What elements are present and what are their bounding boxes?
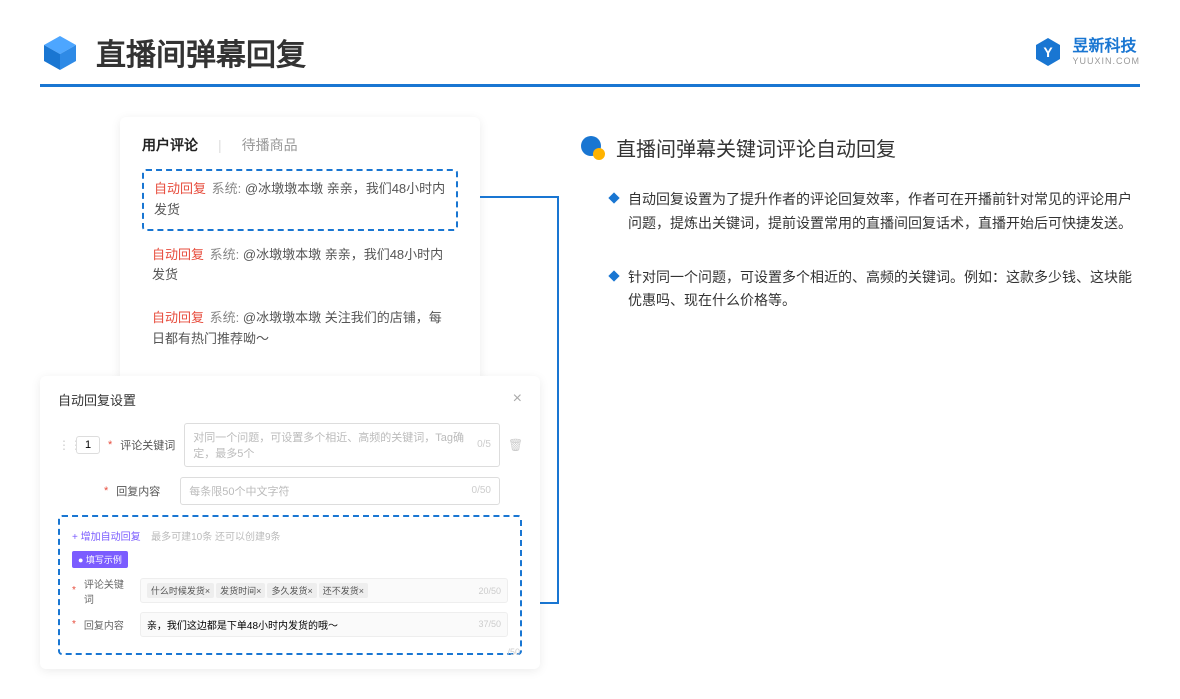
required-star: * [104, 485, 108, 497]
tab-pending-goods[interactable]: 待播商品 [242, 135, 298, 155]
right-column: 直播间弹幕关键词评论自动回复 自动回复设置为了提升作者的评论回复效率，作者可在开… [580, 117, 1140, 669]
required-star: * [108, 439, 112, 451]
settings-title: 自动回复设置 [58, 390, 136, 409]
brand-name: 昱新科技 [1072, 37, 1140, 56]
ex-content-input[interactable]: 亲，我们这边都是下单48小时内发货的哦～ 37/50 [140, 612, 508, 637]
add-auto-reply-link[interactable]: + 增加自动回复 [72, 532, 141, 543]
system-tag: 系统: [210, 247, 240, 262]
auto-reply-tag: 自动回复 [152, 310, 204, 325]
content-input[interactable]: 每条限50个中文字符 0/50 [180, 477, 500, 505]
ex-tag[interactable]: 还不发货× [319, 583, 368, 598]
settings-header: 自动回复设置 × [58, 390, 522, 409]
left-column: 用户评论 | 待播商品 自动回复 系统: @冰墩墩本墩 亲亲，我们48小时内发货… [40, 117, 540, 669]
bullet-item: 针对同一个问题，可设置多个相近的、高频的关键词。例如：这款多少钱、这块能优惠吗、… [580, 266, 1140, 314]
ex-keyword-input[interactable]: 什么时候发货× 发货时间× 多久发货× 还不发货× 20/50 [140, 578, 508, 603]
tab-user-comments[interactable]: 用户评论 [142, 135, 198, 155]
chat-bubble-icon [580, 135, 606, 161]
auto-reply-tag: 自动回复 [154, 181, 206, 196]
tab-separator: | [218, 137, 222, 153]
tabs-row: 用户评论 | 待播商品 [142, 135, 458, 155]
system-tag: 系统: [212, 181, 242, 196]
page-title: 直播间弹幕回复 [96, 30, 306, 74]
content-label: 回复内容 [116, 483, 172, 499]
bullet-text: 针对同一个问题，可设置多个相近的、高频的关键词。例如：这款多少钱、这块能优惠吗、… [628, 266, 1140, 314]
add-hint: 最多可建10条 还可以创建9条 [151, 532, 280, 543]
comment-row: 自动回复 系统: @冰墩墩本墩 关注我们的店铺，每日都有热门推荐呦～ [142, 300, 458, 358]
ex-kw-count: 20/50 [478, 586, 501, 596]
outer-count: /50 [507, 647, 520, 657]
keyword-label: 评论关键词 [120, 437, 176, 453]
content-placeholder: 每条限50个中文字符 [189, 483, 289, 499]
diamond-icon [608, 270, 619, 281]
content-count: 0/50 [472, 485, 491, 496]
required-star: * [72, 619, 76, 630]
system-tag: 系统: [210, 310, 240, 325]
keyword-count: 0/5 [477, 439, 491, 450]
ex-tag[interactable]: 什么时候发货× [147, 583, 214, 598]
add-row: + 增加自动回复 最多可建10条 还可以创建9条 [72, 527, 508, 545]
comment-row: 自动回复 系统: @冰墩墩本墩 亲亲，我们48小时内发货 [142, 237, 458, 295]
keyword-placeholder: 对同一个问题，可设置多个相近、高频的关键词，Tag确定，最多5个 [193, 429, 477, 461]
example-keyword-row: * 评论关键词 什么时候发货× 发货时间× 多久发货× 还不发货× 20/50 [72, 576, 508, 606]
brand-text: 昱新科技 YUUXIN.COM [1072, 37, 1140, 67]
bullet-text: 自动回复设置为了提升作者的评论回复效率，作者可在开播前针对常见的评论用户问题，提… [628, 188, 1140, 236]
ex-tag[interactable]: 发货时间× [216, 583, 265, 598]
svg-text:Y: Y [1044, 44, 1054, 60]
section-head: 直播间弹幕关键词评论自动回复 [580, 133, 1140, 162]
row-number: 1 [76, 436, 100, 454]
ex-content-text: 亲，我们这边都是下单48小时内发货的哦～ [147, 617, 338, 632]
comment-row-highlighted: 自动回复 系统: @冰墩墩本墩 亲亲，我们48小时内发货 [142, 169, 458, 231]
example-area: + 增加自动回复 最多可建10条 还可以创建9条 ● 填写示例 * 评论关键词 … [58, 515, 522, 655]
ex-keyword-label: 评论关键词 [84, 576, 132, 606]
comments-card: 用户评论 | 待播商品 自动回复 系统: @冰墩墩本墩 亲亲，我们48小时内发货… [120, 117, 480, 382]
keyword-input[interactable]: 对同一个问题，可设置多个相近、高频的关键词，Tag确定，最多5个 0/5 [184, 423, 500, 467]
header-left: 直播间弹幕回复 [40, 30, 306, 74]
example-content-row: * 回复内容 亲，我们这边都是下单48小时内发货的哦～ 37/50 [72, 612, 508, 637]
trash-icon[interactable]: 🗑 [508, 438, 522, 452]
close-icon[interactable]: × [513, 390, 522, 408]
section-title: 直播间弹幕关键词评论自动回复 [616, 133, 896, 162]
brand-logo-block: Y 昱新科技 YUUXIN.COM [1032, 36, 1140, 68]
example-badge: ● 填写示例 [72, 551, 128, 568]
settings-card: 自动回复设置 × ⋮⋮ 1 * 评论关键词 对同一个问题，可设置多个相近、高频的… [40, 376, 540, 669]
form-row-keyword: ⋮⋮ 1 * 评论关键词 对同一个问题，可设置多个相近、高频的关键词，Tag确定… [58, 423, 522, 467]
diamond-icon [608, 192, 619, 203]
bullet-item: 自动回复设置为了提升作者的评论回复效率，作者可在开播前针对常见的评论用户问题，提… [580, 188, 1140, 236]
main-content: 用户评论 | 待播商品 自动回复 系统: @冰墩墩本墩 亲亲，我们48小时内发货… [0, 87, 1180, 699]
brand-url: YUUXIN.COM [1072, 56, 1140, 67]
page-header: 直播间弹幕回复 Y 昱新科技 YUUXIN.COM [0, 0, 1180, 84]
brand-logo-icon: Y [1032, 36, 1064, 68]
ex-ct-count: 37/50 [478, 619, 501, 629]
required-star: * [72, 585, 76, 596]
cube-icon [40, 32, 80, 72]
ex-tag[interactable]: 多久发货× [267, 583, 316, 598]
form-row-content: * 回复内容 每条限50个中文字符 0/50 [104, 477, 522, 505]
auto-reply-tag: 自动回复 [152, 247, 204, 262]
ex-content-label: 回复内容 [84, 617, 132, 632]
ex-tags: 什么时候发货× 发货时间× 多久发货× 还不发货× [147, 583, 368, 598]
drag-handle-icon[interactable]: ⋮⋮ [58, 438, 68, 452]
